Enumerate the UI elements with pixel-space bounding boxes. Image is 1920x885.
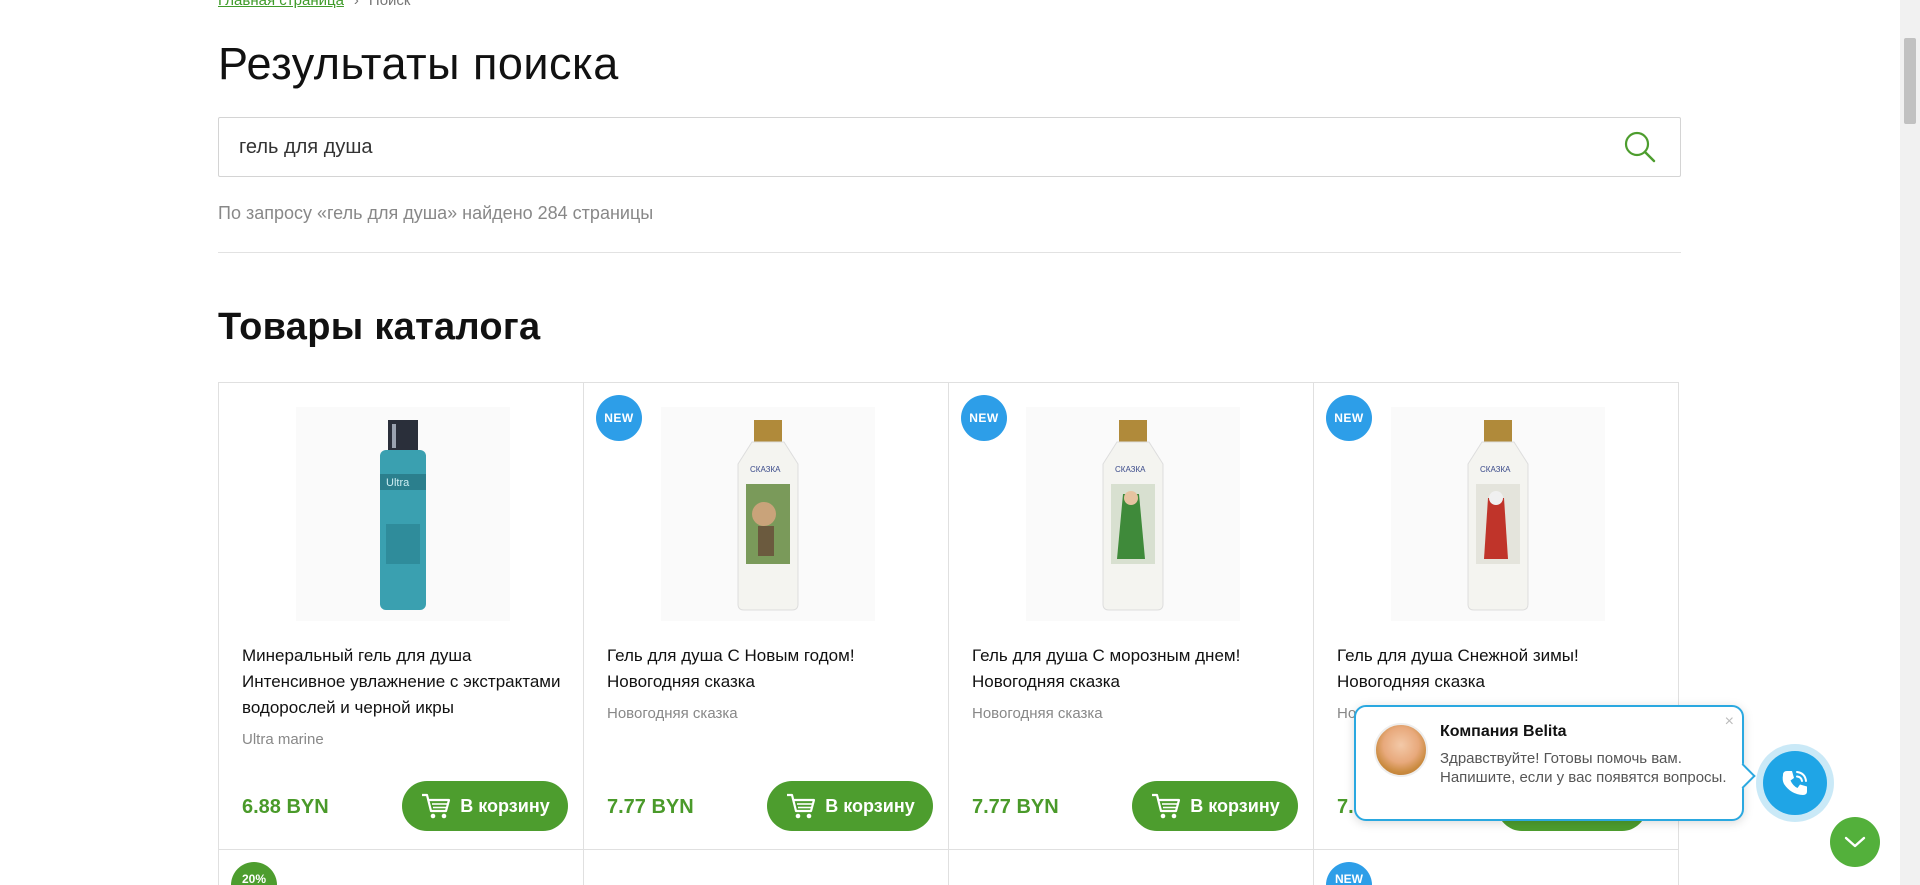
breadcrumb-current: Поиск [368,0,411,9]
chat-popup[interactable]: Компания Belita Здравствуйте! Готовы пом… [1354,705,1756,821]
search-box [218,117,1681,177]
bottle-image-icon: СКАЗКА [737,420,799,611]
scrollbar[interactable] [1900,0,1920,885]
call-button[interactable] [1756,744,1834,822]
product-name[interactable]: Гель для душа С Новым годом! Новогодняя … [607,643,937,695]
svg-text:СКАЗКА: СКАЗКА [1480,465,1511,474]
add-to-cart-button[interactable]: В корзину [1132,781,1298,831]
breadcrumb-separator: › [353,0,359,9]
product-name[interactable]: Минеральный гель для душа Интенсивное ув… [242,643,572,721]
new-badge: NEW [1326,395,1372,441]
svg-text:Ultra: Ultra [386,477,410,489]
product-image[interactable]: Ultra [296,407,510,621]
svg-text:СКАЗКА: СКАЗКА [1115,465,1146,474]
search-button[interactable] [1610,118,1670,176]
cart-icon [1152,793,1181,819]
breadcrumb-home-link[interactable]: Главная страница [218,0,344,9]
section-title: Товары каталога [218,306,541,348]
product-brand[interactable]: Ultra marine [242,731,324,748]
product-image[interactable]: СКАЗКА [1391,407,1605,621]
page-title: Результаты поиска [218,38,619,89]
svg-text:СКАЗКА: СКАЗКА [750,465,781,474]
product-image[interactable]: СКАЗКА [661,407,875,621]
add-to-cart-button[interactable]: В корзину [767,781,933,831]
scroll-down-button[interactable] [1830,817,1880,867]
operator-avatar [1374,723,1428,777]
cart-icon [787,793,816,819]
product-price: 7. [1337,796,1354,818]
add-to-cart-label: В корзину [1190,795,1280,816]
discount-badge: 20% [231,862,277,885]
bottle-image-icon: СКАЗКА [1102,420,1164,611]
chat-company-name: Компания Belita [1440,723,1567,740]
search-input[interactable] [219,118,1610,176]
bottle-image-icon: СКАЗКА [1467,420,1529,611]
new-badge: NEW [1326,862,1372,885]
cart-icon [422,793,451,819]
breadcrumb: Главная страница › Поиск [218,0,411,9]
chat-close-icon[interactable]: × [1725,713,1734,731]
product-name[interactable]: Гель для душа С морозным днем! Новогодня… [972,643,1302,695]
divider [218,252,1681,253]
chat-message: Здравствуйте! Готовы помочь вам. Напишит… [1440,750,1727,786]
product-name[interactable]: Гель для душа Снежной зимы! Новогодняя с… [1337,643,1667,695]
product-price: 6.88 BYN [242,796,329,818]
search-icon [1624,131,1656,163]
bottle-image-icon: Ultra [380,420,426,610]
product-card[interactable]: 20% [218,849,584,885]
result-count: По запросу «гель для душа» найдено 284 с… [218,203,654,223]
product-card[interactable] [948,849,1314,885]
chevron-down-icon [1844,836,1866,848]
scrollbar-thumb[interactable] [1904,38,1916,124]
chat-tail [1730,763,1756,789]
product-card[interactable]: NEW [1313,849,1679,885]
product-card[interactable] [583,849,949,885]
product-card[interactable]: NEW СКАЗКА Гель для душа С Новым годом! … [583,382,949,850]
add-to-cart-label: В корзину [460,795,550,816]
call-button-inner [1763,751,1827,815]
product-price: 7.77 BYN [607,796,694,818]
product-brand[interactable]: Новогодняя сказка [972,705,1103,722]
new-badge: NEW [596,395,642,441]
product-price: 7.77 BYN [972,796,1059,818]
product-card[interactable]: Ultra Минеральный гель для душа Интенсив… [218,382,584,850]
product-grid-row-2: 20% NEW [218,849,1683,885]
product-brand[interactable]: Новогодняя сказка [607,705,738,722]
add-to-cart-label: В корзину [825,795,915,816]
product-image[interactable]: СКАЗКА [1026,407,1240,621]
phone-icon [1782,771,1807,795]
product-card[interactable]: NEW СКАЗКА Гель для душа С морозным днем… [948,382,1314,850]
new-badge: NEW [961,395,1007,441]
add-to-cart-button[interactable]: В корзину [402,781,568,831]
